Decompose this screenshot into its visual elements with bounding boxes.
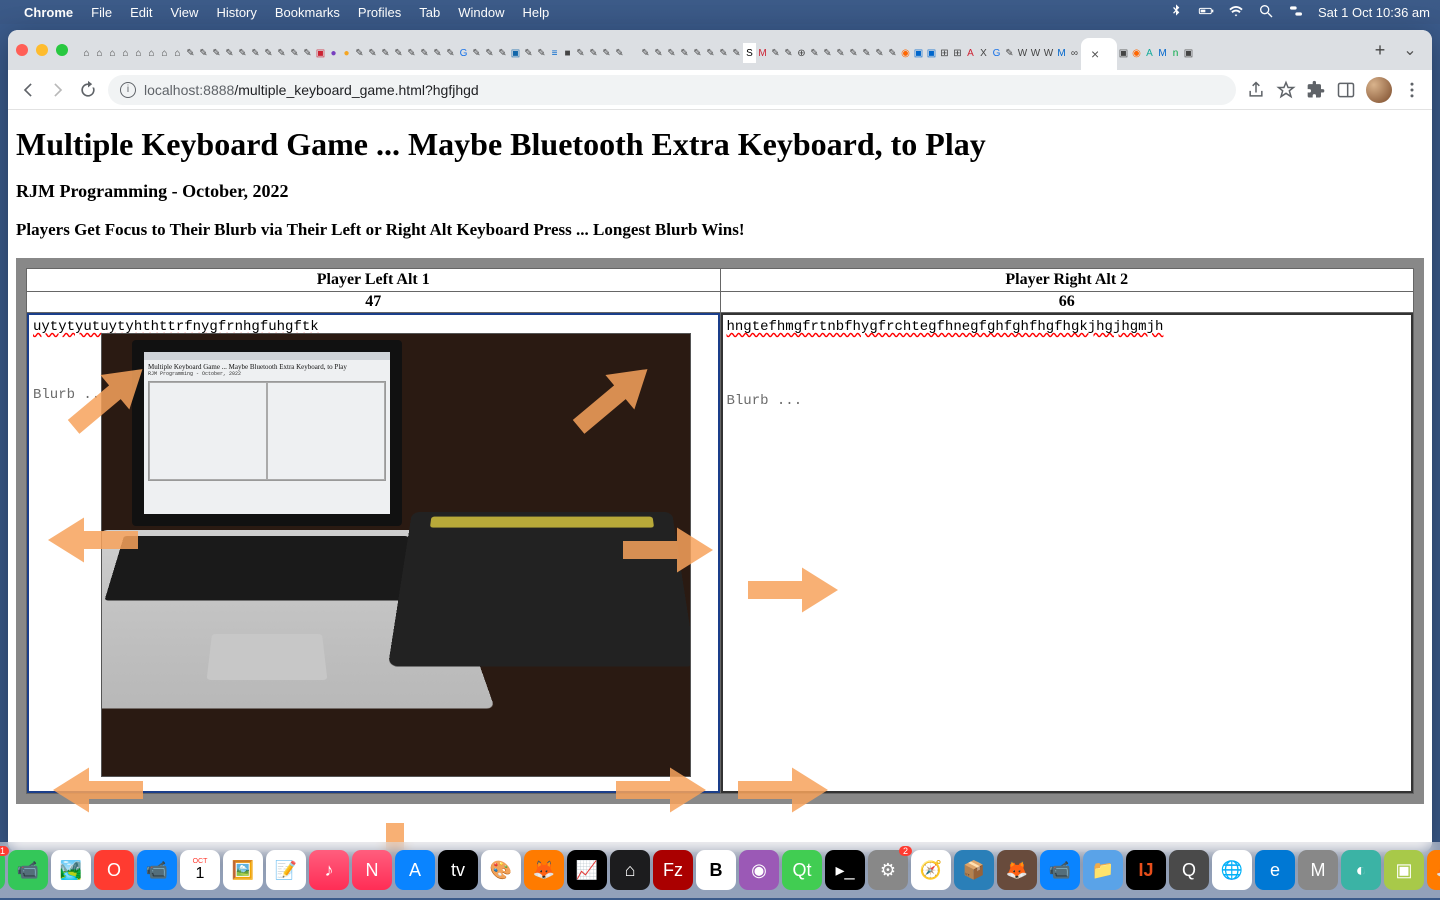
tabs: ⌂⌂⌂⌂⌂⌂⌂⌂ ✎✎✎✎✎✎✎✎ ✎✎▣●●✎✎ ✎✎✎✎✎✎G✎ ✎✎▣✎✎… (80, 30, 1364, 70)
player-right-header: Player Right Alt 2 (720, 269, 1414, 292)
new-tab-button[interactable]: + (1366, 40, 1394, 61)
dock-app-news[interactable]: N (352, 850, 392, 890)
dock-app-qt[interactable]: Qt (782, 850, 822, 890)
extensions-icon[interactable] (1306, 80, 1326, 100)
url-path: /multiple_keyboard_game.html?hgfjhgd (234, 82, 478, 98)
window-minimize-button[interactable] (36, 44, 48, 56)
menu-bookmarks[interactable]: Bookmarks (275, 5, 340, 20)
dock-app-filezilla[interactable]: Fz (653, 850, 693, 890)
dock-app-aqua[interactable]: ◐ (1341, 850, 1381, 890)
game-table: Player Left Alt 1 Player Right Alt 2 47 … (26, 268, 1414, 794)
page-title: Multiple Keyboard Game ... Maybe Bluetoo… (16, 126, 1424, 163)
player-right-placeholder: Blurb ... (727, 393, 1408, 409)
dock-app-photos[interactable]: 🏞️ (51, 850, 91, 890)
dock-app-b[interactable]: B (696, 850, 736, 890)
dock-app-calendar[interactable]: OCT1 (180, 850, 220, 890)
dock-app-gimp[interactable]: 🦊 (997, 850, 1037, 890)
dock-app-appstore[interactable]: A (395, 850, 435, 890)
menubar-clock[interactable]: Sat 1 Oct 10:36 am (1318, 5, 1430, 20)
player-right-typed: hngtefhmgfrtnbfhygfrchtegfhnegfghfghfhgf… (727, 319, 1164, 335)
url-host: localhost (144, 82, 199, 98)
dock-app-facetime2[interactable]: 📹 (137, 850, 177, 890)
back-button[interactable] (18, 80, 38, 100)
dock-app-reminders[interactable]: 📝 (266, 850, 306, 890)
background-tabs[interactable]: ⌂⌂⌂⌂⌂⌂⌂⌂ ✎✎✎✎✎✎✎✎ ✎✎▣●●✎✎ ✎✎✎✎✎✎G✎ ✎✎▣✎✎… (80, 36, 1081, 70)
window-close-button[interactable] (16, 44, 28, 56)
dock-app-quicktime[interactable]: Q (1169, 850, 1209, 890)
address-bar[interactable]: i localhost:8888/multiple_keyboard_game.… (108, 75, 1236, 105)
player-left-header: Player Left Alt 1 (27, 269, 721, 292)
tab-overflow-button[interactable]: ⌄ (1396, 40, 1424, 60)
url-text: localhost:8888/multiple_keyboard_game.ht… (144, 82, 479, 98)
site-info-icon[interactable]: i (120, 82, 136, 98)
dock-app-podcasts[interactable]: ◉ (739, 850, 779, 890)
page-content: Multiple Keyboard Game ... Maybe Bluetoo… (8, 110, 1432, 852)
player-right-blurb[interactable]: hngtefhmgfrtnbfhygfrchtegfhnegfghfghfhgf… (721, 313, 1414, 793)
toolbar: i localhost:8888/multiple_keyboard_game.… (8, 70, 1432, 110)
menu-view[interactable]: View (170, 5, 198, 20)
sidepanel-icon[interactable] (1336, 80, 1356, 100)
background-tabs-after[interactable]: ▣◉AMn▣ (1117, 36, 1208, 70)
menu-file[interactable]: File (91, 5, 112, 20)
dock-app-mamp[interactable]: M (1298, 850, 1338, 890)
menu-edit[interactable]: Edit (130, 5, 152, 20)
bookmark-star-icon[interactable] (1276, 80, 1296, 100)
game-frame: Player Left Alt 1 Player Right Alt 2 47 … (16, 258, 1424, 804)
dock-app-stocks[interactable]: 📈 (567, 850, 607, 890)
dock-app-preview[interactable]: 🖼️ (223, 850, 263, 890)
dock-app-messages[interactable]: 💬91 (0, 850, 5, 890)
menu-profiles[interactable]: Profiles (358, 5, 401, 20)
dock-app-facetime[interactable]: 📹 (8, 850, 48, 890)
dock-app-tv[interactable]: tv (438, 850, 478, 890)
tab-close-icon[interactable]: × (1091, 46, 1099, 62)
dock-app-vbox[interactable]: 📦 (954, 850, 994, 890)
window-zoom-button[interactable] (56, 44, 68, 56)
tab-strip: ⌂⌂⌂⌂⌂⌂⌂⌂ ✎✎✎✎✎✎✎✎ ✎✎▣●●✎✎ ✎✎✎✎✎✎G✎ ✎✎▣✎✎… (8, 30, 1432, 70)
dock-app-edge[interactable]: e (1255, 850, 1295, 890)
wifi-icon[interactable] (1228, 3, 1244, 22)
menu-app[interactable]: Chrome (24, 5, 73, 20)
dock-app-terminal[interactable]: ⌂ (610, 850, 650, 890)
dock-app-zoom[interactable]: 📹 (1040, 850, 1080, 890)
window-controls (16, 44, 68, 56)
dock-app-generic[interactable]: ⚙2 (868, 850, 908, 890)
photo-mini-title: Multiple Keyboard Game ... Maybe Bluetoo… (144, 360, 390, 371)
page-instructions: Players Get Focus to Their Blurb via The… (16, 220, 1424, 240)
player-right-score: 66 (720, 292, 1414, 313)
menu-window[interactable]: Window (458, 5, 504, 20)
reload-button[interactable] (78, 80, 98, 100)
page-subtitle: RJM Programming - October, 2022 (16, 181, 1424, 202)
dock-app-opera[interactable]: O (94, 850, 134, 890)
player-left-blurb[interactable]: uytytyutuytyhthttrfnygfrnhgfuhgftk Blurb… (27, 313, 720, 793)
active-tab[interactable]: × (1081, 38, 1117, 70)
dock-app-intellij[interactable]: IJ (1126, 850, 1166, 890)
macos-dock: 🙂 🚀 💬91 📹 🏞️ O 📹 OCT1 🖼️ 📝 ♪ N A tv 🎨 🦊 … (0, 842, 1440, 898)
dock-app-chrome[interactable]: 🌐 (1212, 850, 1252, 890)
dock-app-freeform[interactable]: 🎨 (481, 850, 521, 890)
player-left-score: 47 (27, 292, 721, 313)
menu-history[interactable]: History (216, 5, 256, 20)
dock-app-terminal2[interactable]: ▸_ (825, 850, 865, 890)
macos-menubar: Chrome File Edit View History Bookmarks … (0, 0, 1440, 24)
inline-photo: Multiple Keyboard Game ... Maybe Bluetoo… (101, 333, 691, 777)
photo-mini-sub: RJM Programming - October, 2022 (144, 371, 390, 377)
dock-app-music[interactable]: ♪ (309, 850, 349, 890)
dock-app-folder[interactable]: 📁 (1083, 850, 1123, 890)
spotlight-icon[interactable] (1258, 3, 1274, 22)
forward-button[interactable] (48, 80, 68, 100)
menu-help[interactable]: Help (523, 5, 550, 20)
url-port: :8888 (199, 82, 234, 98)
menu-tab[interactable]: Tab (419, 5, 440, 20)
dock-app-firefox[interactable]: 🦊 (524, 850, 564, 890)
dock-app-netbeans[interactable]: ▣ (1384, 850, 1424, 890)
chrome-menu-icon[interactable] (1402, 80, 1422, 100)
bluetooth-icon[interactable] (1168, 3, 1184, 22)
chrome-window: ⌂⌂⌂⌂⌂⌂⌂⌂ ✎✎✎✎✎✎✎✎ ✎✎▣●●✎✎ ✎✎✎✎✎✎G✎ ✎✎▣✎✎… (8, 30, 1432, 852)
battery-icon[interactable] (1198, 3, 1214, 22)
dock-app-firefox2[interactable]: 🦊 (1427, 850, 1440, 890)
profile-avatar[interactable] (1366, 77, 1392, 103)
share-icon[interactable] (1246, 80, 1266, 100)
dock-app-safari[interactable]: 🧭 (911, 850, 951, 890)
control-center-icon[interactable] (1288, 3, 1304, 22)
